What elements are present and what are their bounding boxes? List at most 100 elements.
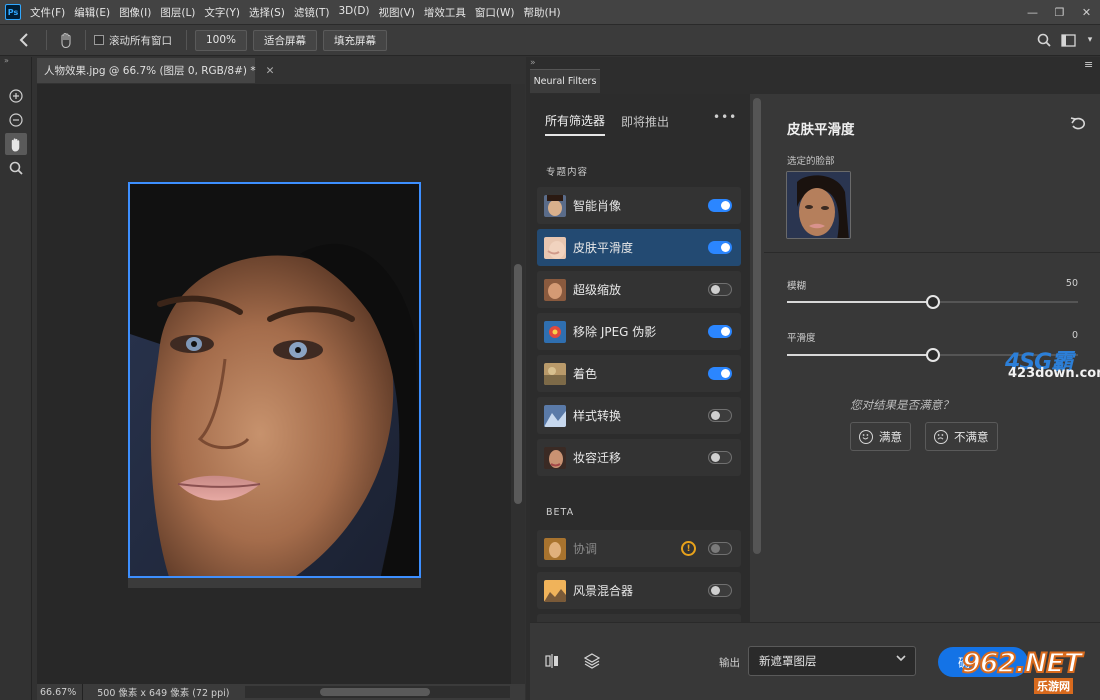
status-zoom[interactable]: 66.67% [37, 684, 84, 700]
tab-coming-soon[interactable]: 即将推出 [621, 113, 669, 135]
panel-menu-icon[interactable]: ≡ [1084, 58, 1093, 71]
output-select-value: 新遮罩图层 [759, 654, 817, 668]
status-document-info: 500 像素 x 649 像素 (72 ppi) [97, 688, 230, 699]
fill-screen-button[interactable]: 填充屏幕 [323, 29, 388, 51]
menu-item[interactable]: 3D(D) [338, 5, 369, 20]
back-chevron-icon[interactable] [10, 33, 38, 47]
blur-slider-value: 50 [1065, 278, 1078, 289]
menu-bar: Ps 文件(F) 编辑(E) 图像(I) 图层(L) 文字(Y) 选择(S) 滤镜(T) 3D… [0, 0, 1100, 24]
zoom-out-icon[interactable] [5, 109, 27, 131]
layers-icon[interactable] [583, 653, 601, 673]
menu-item[interactable]: 增效工具 [424, 5, 466, 20]
divider [46, 30, 47, 50]
menu-item[interactable]: 编辑(E) [74, 5, 110, 20]
skin-smoothing-toggle[interactable] [708, 241, 732, 254]
neural-filters-tab[interactable]: Neural Filters [530, 69, 600, 93]
divider [85, 30, 86, 50]
menu-item[interactable]: 帮助(H) [524, 5, 561, 20]
makeup-transfer-toggle[interactable] [708, 451, 732, 464]
scroll-all-windows-checkbox[interactable] [94, 35, 104, 45]
dissatisfied-button[interactable]: 不满意 [925, 422, 998, 451]
search-icon[interactable] [1032, 33, 1056, 47]
blur-slider[interactable] [787, 295, 1078, 309]
watermark-962-logo: 962.NET 乐游网 [961, 647, 1094, 694]
frown-icon [934, 429, 948, 444]
zoom-in-icon[interactable] [5, 85, 27, 107]
jpeg-artifacts-toggle[interactable] [708, 325, 732, 338]
feedback-question: 您对结果是否满意？ [850, 398, 954, 412]
output-select[interactable]: 新遮罩图层 [748, 646, 916, 676]
restore-icon[interactable]: ❐ [1046, 0, 1073, 24]
filter-item-jpeg-artifacts[interactable]: 移除 JPEG 伪影 [537, 313, 741, 350]
colorize-toggle[interactable] [708, 367, 732, 380]
satisfied-button[interactable]: 满意 [850, 422, 911, 451]
menu-item[interactable]: 窗口(W) [475, 5, 515, 20]
super-zoom-thumbnail-icon [544, 278, 566, 301]
filter-item-harmonization[interactable]: 协调 ! [537, 530, 741, 567]
fit-screen-button[interactable]: 适合屏幕 [253, 29, 318, 51]
zoom-tool-icon[interactable] [5, 157, 27, 179]
zoom-100-button[interactable]: 100% [195, 29, 248, 51]
divider [186, 30, 187, 50]
list-item-partial [537, 614, 741, 622]
watermark-962-subtext: 乐游网 [1034, 678, 1073, 694]
filter-item-makeup-transfer[interactable]: 妆容迁移 [537, 439, 741, 476]
collapse-icon[interactable]: » [0, 57, 31, 65]
landscape-mixer-thumbnail-icon [544, 579, 566, 602]
menu-item[interactable]: 文件(F) [30, 5, 65, 20]
filter-list-scrollbar[interactable] [750, 94, 764, 622]
filter-item-super-zoom[interactable]: 超级缩放 [537, 271, 741, 308]
compare-icon[interactable] [545, 654, 559, 672]
menu-item[interactable]: 图层(L) [160, 5, 195, 20]
filter-item-smart-portrait[interactable]: 智能肖像 [537, 187, 741, 224]
canvas-horizontal-scrollbar[interactable] [245, 686, 510, 698]
filter-label: 智能肖像 [573, 199, 622, 213]
menu-item[interactable]: 滤镜(T) [294, 5, 330, 20]
scroll-all-windows-label: 滚动所有窗口 [109, 34, 172, 47]
canvas-vertical-scrollbar[interactable] [511, 84, 525, 684]
menu-item[interactable]: 选择(S) [249, 5, 285, 20]
workspace-icon[interactable] [1056, 33, 1080, 47]
super-zoom-toggle[interactable] [708, 283, 732, 296]
hand-tool-icon[interactable] [4, 133, 27, 155]
harmonization-toggle[interactable] [708, 542, 732, 555]
smoothness-slider-knob[interactable] [926, 348, 940, 362]
menu-item[interactable]: 图像(I) [119, 5, 151, 20]
watermark-text: 423down.com [1008, 366, 1100, 381]
style-transfer-toggle[interactable] [708, 409, 732, 422]
tab-all-filters[interactable]: 所有筛选器 [545, 112, 606, 136]
filter-item-skin-smoothing[interactable]: 皮肤平滑度 [537, 229, 741, 266]
minimize-icon[interactable]: — [1019, 0, 1046, 24]
smart-portrait-toggle[interactable] [708, 199, 732, 212]
close-document-icon[interactable]: ✕ [266, 65, 275, 77]
menu-items: 文件(F) 编辑(E) 图像(I) 图层(L) 文字(Y) 选择(S) 滤镜(T) 3D(D)… [30, 5, 570, 20]
selected-face-thumbnail[interactable] [786, 171, 851, 239]
blur-slider-label: 模糊 [787, 281, 807, 292]
menu-item[interactable]: 文字(Y) [204, 5, 240, 20]
landscape-mixer-toggle[interactable] [708, 584, 732, 597]
style-transfer-thumbnail-icon [544, 404, 566, 427]
filter-item-colorize[interactable]: 着色 [537, 355, 741, 392]
colorize-thumbnail-icon [544, 362, 566, 385]
watermark-962-text: 962.NET [961, 647, 1083, 680]
filter-label: 超级缩放 [573, 283, 622, 297]
close-icon[interactable]: ✕ [1073, 0, 1100, 24]
document-tab[interactable]: 人物效果.jpg @ 66.7% (图层 0, RGB/8#) * ✕ [37, 58, 274, 83]
filter-item-style-transfer[interactable]: 样式转换 [537, 397, 741, 434]
menu-item[interactable]: 视图(V) [379, 5, 415, 20]
filter-label: 样式转换 [573, 409, 622, 423]
jpeg-artifacts-thumbnail-icon [544, 320, 566, 343]
workspace-dropdown-icon[interactable]: ▾ [1080, 35, 1100, 45]
blur-slider-knob[interactable] [926, 295, 940, 309]
reset-icon[interactable] [1070, 117, 1086, 135]
document-title: 人物效果.jpg @ 66.7% (图层 0, RGB/8#) * [44, 65, 256, 77]
smile-icon [859, 429, 873, 444]
panel-collapse-icon[interactable]: » [530, 58, 536, 68]
hand-tool-icon[interactable] [55, 32, 77, 48]
divider [764, 252, 1100, 253]
window-controls: — ❐ ✕ [1019, 0, 1100, 24]
section-beta-heading: BETA [546, 507, 575, 518]
more-options-icon[interactable]: ••• [713, 110, 737, 124]
smoothness-slider-label: 平滑度 [787, 333, 816, 344]
filter-item-landscape-mixer[interactable]: 风景混合器 [537, 572, 741, 609]
